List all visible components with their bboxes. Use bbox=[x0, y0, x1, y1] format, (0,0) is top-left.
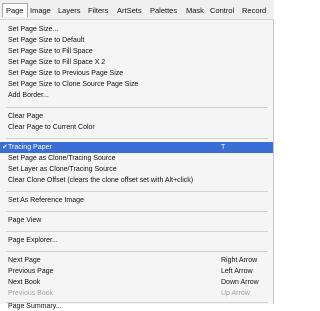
menu-item-set-page-size-previous[interactable]: Set Page Size to Previous Page Size bbox=[0, 68, 273, 79]
menu-item-clear-page-current-color[interactable]: Clear Page to Current Color bbox=[0, 122, 273, 133]
menu-palettes[interactable]: Palettes bbox=[150, 5, 177, 16]
menu-item-label: Page Summary... bbox=[8, 303, 62, 310]
checkmark-icon: ✔ bbox=[2, 144, 8, 151]
menu-separator bbox=[6, 107, 268, 108]
menu-item-page-explorer[interactable]: Page Explorer... bbox=[0, 235, 273, 246]
menu-bar: Page Image Layers Filters ArtSets Palett… bbox=[0, 0, 274, 20]
menu-item-label: Next Book bbox=[8, 279, 41, 286]
menu-filters[interactable]: Filters bbox=[88, 5, 108, 16]
menu-item-previous-book: Previous Book Up Arrow bbox=[0, 288, 273, 299]
menu-item-label: Tracing Paper bbox=[8, 144, 52, 151]
menu-item-set-page-size-fill-space-x2[interactable]: Set Page Size to Fill Space X 2 bbox=[0, 57, 273, 68]
menu-item-clear-page[interactable]: Clear Page bbox=[0, 111, 273, 122]
menu-item-label: Set Layer as Clone/Tracing Source bbox=[8, 166, 117, 173]
menu-item-clear-clone-offset[interactable]: Clear Clone Offset (clears the clone off… bbox=[0, 175, 273, 186]
menu-item-set-page-size-clone-source[interactable]: Set Page Size to Clone Source Page Size bbox=[0, 79, 273, 90]
menu-page[interactable]: Page bbox=[2, 3, 28, 17]
menu-item-label: Page Explorer... bbox=[8, 237, 58, 244]
menu-separator bbox=[6, 138, 268, 139]
menu-item-next-book[interactable]: Next Book Down Arrow bbox=[0, 277, 273, 288]
menu-item-label: Next Page bbox=[8, 257, 41, 264]
menu-record[interactable]: Record bbox=[242, 5, 266, 16]
menu-item-label: Set As Reference Image bbox=[8, 197, 84, 204]
menu-item-label: Previous Book bbox=[8, 290, 54, 297]
menu-item-label: Page View bbox=[8, 217, 42, 224]
menu-item-shortcut: Right Arrow bbox=[221, 257, 258, 264]
menu-item-page-view[interactable]: Page View bbox=[0, 215, 273, 226]
menu-item-label: Clear Clone Offset (clears the clone off… bbox=[8, 177, 194, 184]
menu-item-set-layer-clone-source[interactable]: Set Layer as Clone/Tracing Source bbox=[0, 164, 273, 175]
menu-item-set-page-size-fill-space[interactable]: Set Page Size to Fill Space bbox=[0, 46, 273, 57]
menu-item-set-page-size-default[interactable]: Set Page Size to Default bbox=[0, 35, 273, 46]
menu-item-set-page-size[interactable]: Set Page Size... bbox=[0, 24, 273, 35]
menu-separator bbox=[6, 191, 268, 192]
menu-item-label: Set Page Size to Fill Space X 2 bbox=[8, 59, 106, 66]
menu-control[interactable]: Control bbox=[210, 5, 234, 16]
menu-item-label: Clear Page to Current Color bbox=[8, 124, 95, 131]
menu-item-shortcut: Down Arrow bbox=[221, 279, 259, 286]
menu-separator bbox=[6, 251, 268, 252]
menu-item-shortcut: T bbox=[221, 144, 226, 151]
menu-item-set-page-clone-source[interactable]: Set Page as Clone/Tracing Source bbox=[0, 153, 273, 164]
menu-separator bbox=[6, 231, 268, 232]
menu-mask[interactable]: Mask bbox=[186, 5, 204, 16]
menu-item-tracing-paper[interactable]: ✔ Tracing Paper T bbox=[0, 142, 273, 153]
menu-item-set-reference-image[interactable]: Set As Reference Image bbox=[0, 195, 273, 206]
menu-item-shortcut: Up Arrow bbox=[221, 290, 250, 297]
menu-separator bbox=[6, 211, 268, 212]
menu-item-label: Set Page Size to Clone Source Page Size bbox=[8, 81, 139, 88]
menu-item-label: Clear Page bbox=[8, 113, 44, 120]
menu-item-previous-page[interactable]: Previous Page Left Arrow bbox=[0, 266, 273, 277]
menu-item-add-border[interactable]: Add Border... bbox=[0, 90, 273, 101]
menu-artsets[interactable]: ArtSets bbox=[117, 5, 142, 16]
menu-item-label: Add Border... bbox=[8, 92, 49, 99]
menu-image[interactable]: Image bbox=[30, 5, 51, 16]
menu-item-label: Set Page Size... bbox=[8, 26, 59, 33]
menu-item-page-summary[interactable]: Page Summary... bbox=[0, 303, 273, 311]
menu-item-label: Set Page Size to Default bbox=[8, 37, 85, 44]
menu-item-label: Set Page as Clone/Tracing Source bbox=[8, 155, 116, 162]
menu-layers[interactable]: Layers bbox=[58, 5, 81, 16]
menu-item-label: Previous Page bbox=[8, 268, 54, 275]
menu-item-label: Set Page Size to Fill Space bbox=[8, 48, 93, 55]
menu-item-label: Set Page Size to Previous Page Size bbox=[8, 70, 124, 77]
page-menu-dropdown: Set Page Size... Set Page Size to Defaul… bbox=[0, 20, 274, 310]
menu-item-shortcut: Left Arrow bbox=[221, 268, 253, 275]
menu-item-next-page[interactable]: Next Page Right Arrow bbox=[0, 255, 273, 266]
